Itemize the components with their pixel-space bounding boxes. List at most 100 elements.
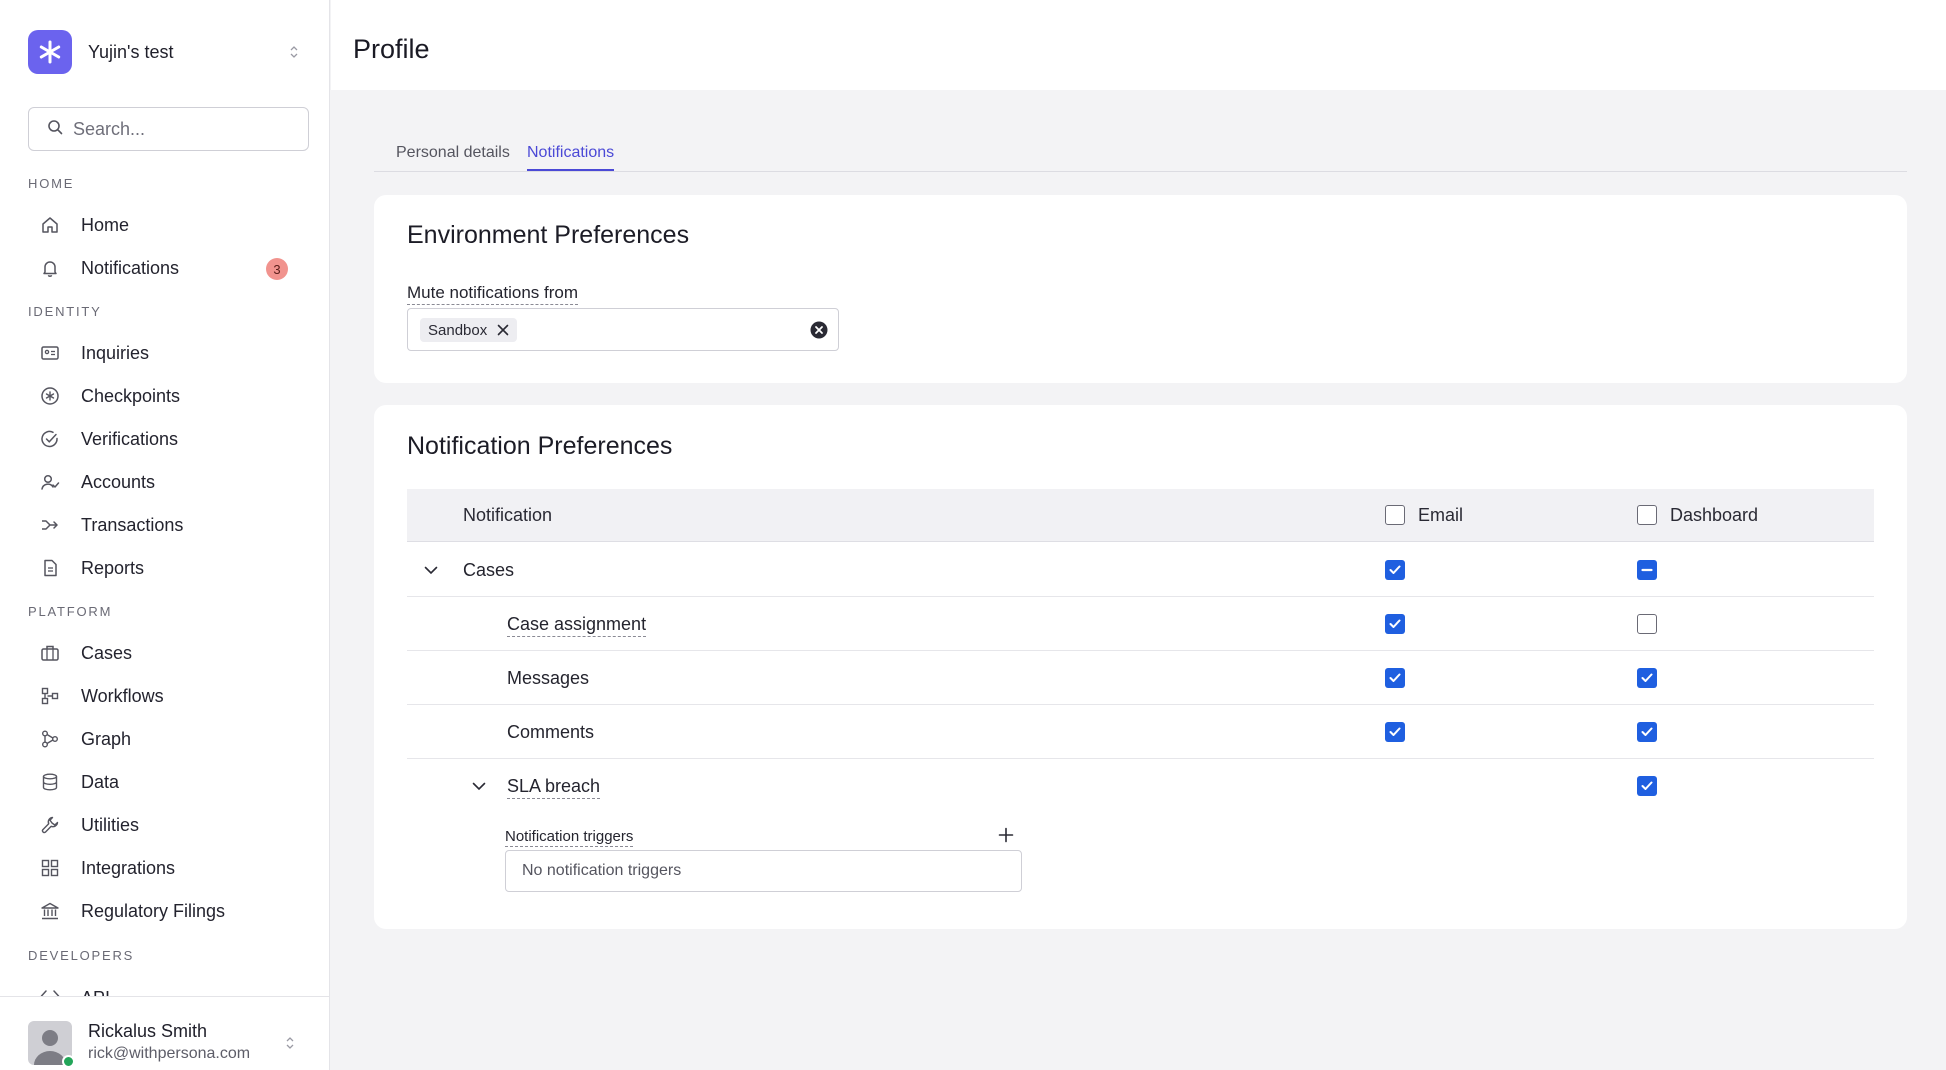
bell-icon <box>38 256 62 280</box>
search-icon <box>47 119 63 140</box>
table-row: SLA breach <box>407 759 1874 813</box>
notification-count-badge: 3 <box>266 258 288 280</box>
sidebar-item-reports[interactable]: Reports <box>28 549 300 587</box>
sidebar-item-label: Utilities <box>81 814 140 835</box>
arrow-split-icon <box>38 513 62 537</box>
email-checkbox[interactable] <box>1385 668 1405 688</box>
sidebar-item-home[interactable]: Home <box>28 206 300 244</box>
sidebar-item-label: Notifications <box>81 257 180 278</box>
workspace-switcher[interactable]: Yujin's test <box>28 30 300 74</box>
row-label: Messages <box>507 668 590 688</box>
code-icon <box>38 984 62 996</box>
add-trigger-icon[interactable] <box>996 825 1016 845</box>
sidebar-item-label: Data <box>81 771 120 792</box>
section-developers: DEVELOPERS <box>28 948 135 963</box>
remove-chip-icon[interactable] <box>495 322 511 338</box>
search-box[interactable] <box>28 107 309 151</box>
environment-preferences-card: Environment Preferences Mute notificatio… <box>374 195 1907 383</box>
notification-triggers-empty: No notification triggers <box>505 850 1022 892</box>
row-label: SLA breach <box>507 776 601 799</box>
document-icon <box>38 556 62 580</box>
chevron-updown-icon <box>284 1035 296 1051</box>
sidebar-item-utilities[interactable]: Utilities <box>28 806 300 844</box>
sidebar-item-regulatory-filings[interactable]: Regulatory Filings <box>28 892 300 930</box>
page-title: Profile <box>353 34 430 64</box>
user-email: rick@withpersona.com <box>88 1045 251 1062</box>
id-card-icon <box>38 341 62 365</box>
chevron-down-icon[interactable] <box>421 560 441 580</box>
sidebar-item-label: Graph <box>81 728 132 749</box>
database-icon <box>38 770 62 794</box>
sidebar-item-graph[interactable]: Graph <box>28 720 300 758</box>
mute-notifications-select[interactable]: Sandbox <box>407 308 839 351</box>
sidebar-item-inquiries[interactable]: Inquiries <box>28 334 300 372</box>
email-checkbox[interactable] <box>1385 722 1405 742</box>
chevron-updown-icon <box>288 44 300 60</box>
table-header: Notification Email Dashboard <box>407 489 1874 542</box>
notification-triggers-label: Notification triggers <box>505 828 634 847</box>
sidebar-item-label: Integrations <box>81 857 176 878</box>
sidebar-item-label: Accounts <box>81 471 156 492</box>
dashboard-select-all-checkbox[interactable] <box>1637 505 1657 525</box>
environment-preferences-title: Environment Preferences <box>407 221 690 249</box>
sidebar-item-transactions[interactable]: Transactions <box>28 506 300 544</box>
sidebar-item-notifications[interactable]: Notifications 3 <box>28 249 300 287</box>
sidebar-item-label: Regulatory Filings <box>81 900 226 921</box>
email-checkbox[interactable] <box>1385 560 1405 580</box>
workspace-name: Yujin's test <box>88 41 174 62</box>
column-notification: Notification <box>463 505 553 525</box>
sidebar-item-data[interactable]: Data <box>28 763 300 801</box>
sidebar-item-label: Transactions <box>81 514 184 535</box>
email-checkbox[interactable] <box>1385 614 1405 634</box>
search-input[interactable] <box>73 118 293 140</box>
sidebar-item-integrations[interactable]: Integrations <box>28 849 300 887</box>
workspace-logo <box>28 30 72 74</box>
sidebar-item-workflows[interactable]: Workflows <box>28 677 300 715</box>
wrench-icon <box>38 813 62 837</box>
dashboard-checkbox[interactable] <box>1637 560 1657 580</box>
sidebar-item-label: Inquiries <box>81 342 150 363</box>
sidebar-item-accounts[interactable]: Accounts <box>28 463 300 501</box>
dashboard-checkbox[interactable] <box>1637 614 1657 634</box>
chevron-down-icon[interactable] <box>469 776 489 796</box>
dashboard-checkbox[interactable] <box>1637 776 1657 796</box>
tab-notifications[interactable]: Notifications <box>527 144 615 171</box>
sidebar: Yujin's test HOME Home Notifications 3 I… <box>0 0 330 1070</box>
sidebar-item-api[interactable]: API <box>28 978 300 996</box>
profile-tabs: Personal details Notifications <box>374 140 1907 172</box>
column-dashboard: Dashboard <box>1670 505 1759 525</box>
mute-notifications-label: Mute notifications from <box>407 283 579 305</box>
section-home: HOME <box>28 176 75 191</box>
user-menu[interactable]: Rickalus Smith rick@withpersona.com <box>0 996 329 1070</box>
clear-all-icon[interactable] <box>810 321 828 339</box>
sidebar-item-label: Cases <box>81 642 133 663</box>
briefcase-icon <box>38 641 62 665</box>
sidebar-item-label: Workflows <box>81 685 164 706</box>
row-label: Case assignment <box>507 614 647 637</box>
sidebar-item-label: Reports <box>81 557 145 578</box>
dashboard-checkbox[interactable] <box>1637 668 1657 688</box>
column-email: Email <box>1418 505 1464 525</box>
home-icon <box>38 213 62 237</box>
chip-label: Sandbox <box>428 321 488 339</box>
workflow-icon <box>38 684 62 708</box>
online-status-dot <box>62 1055 75 1068</box>
table-row: Case assignment <box>407 597 1874 651</box>
dashboard-checkbox[interactable] <box>1637 722 1657 742</box>
graph-icon <box>38 727 62 751</box>
section-platform: PLATFORM <box>28 604 113 619</box>
sidebar-item-checkpoints[interactable]: Checkpoints <box>28 377 300 415</box>
notification-preferences-card: Notification Preferences Notification Em… <box>374 405 1907 929</box>
environment-chip: Sandbox <box>420 318 518 342</box>
sidebar-item-label: Home <box>81 214 130 235</box>
email-select-all-checkbox[interactable] <box>1385 505 1405 525</box>
sidebar-item-verifications[interactable]: Verifications <box>28 420 300 458</box>
notification-preferences-title: Notification Preferences <box>407 432 673 460</box>
tab-personal-details[interactable]: Personal details <box>396 144 510 169</box>
user-check-icon <box>38 470 62 494</box>
table-row: Cases <box>407 543 1874 597</box>
page-header: Profile <box>331 0 1946 90</box>
sidebar-item-cases[interactable]: Cases <box>28 634 300 672</box>
sidebar-item-label: Checkpoints <box>81 385 181 406</box>
row-label: Comments <box>507 722 595 742</box>
